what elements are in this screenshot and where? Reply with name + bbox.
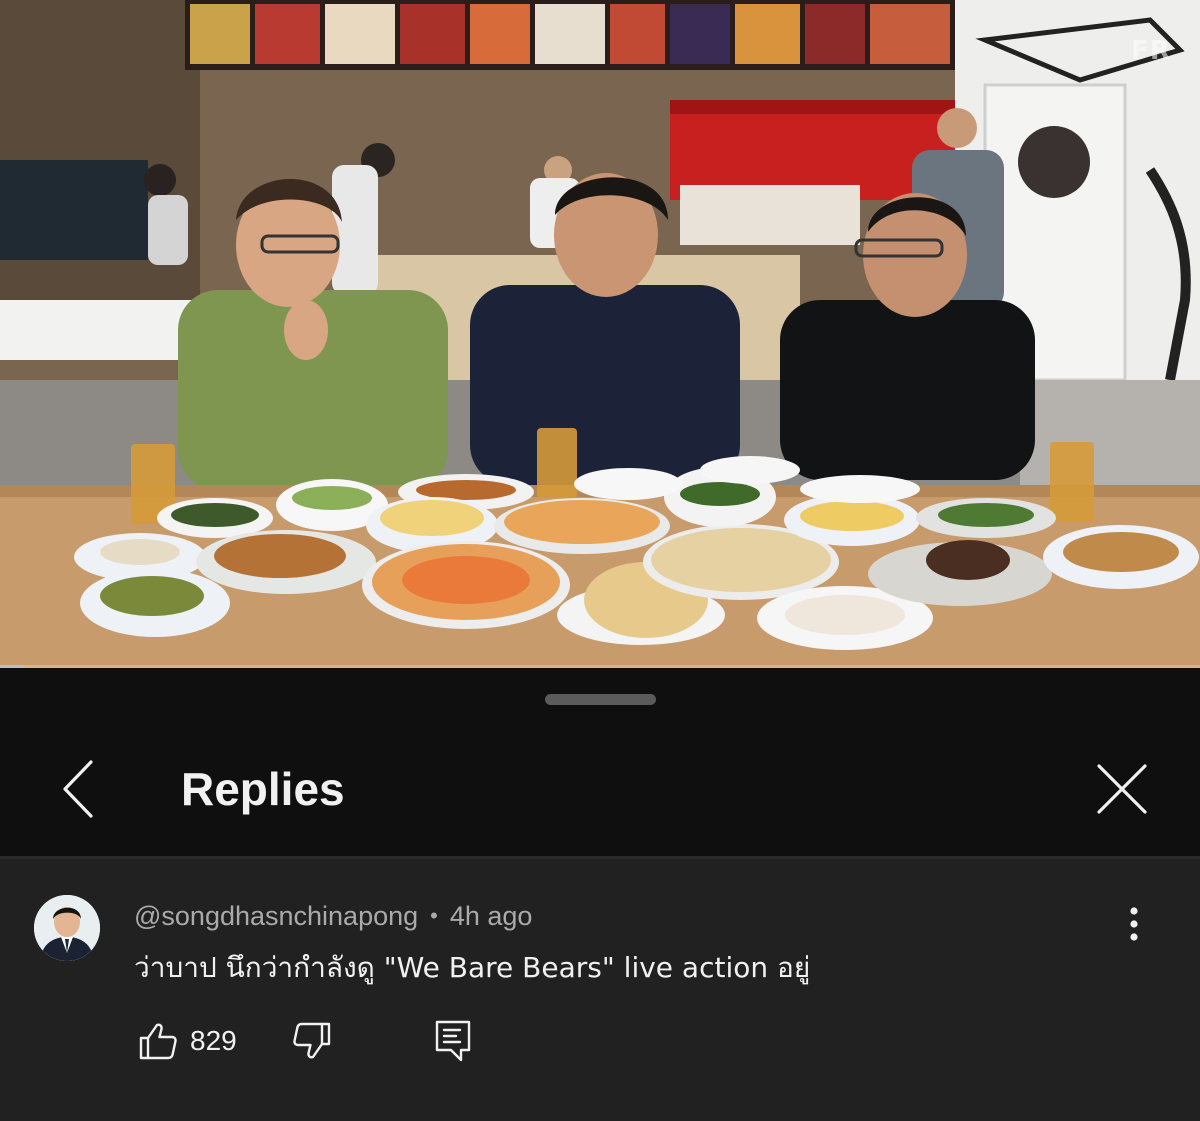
panel-title: Replies [181, 763, 345, 815]
comment-meta: @songdhasnchinapong • 4h ago [134, 899, 532, 933]
channel-watermark: FR [1131, 36, 1171, 66]
drag-handle[interactable] [545, 694, 656, 705]
replies-panel: Replies @songdhasnchinapong • 4h ago ว่า… [0, 672, 1200, 1121]
thumbs-down-icon [293, 1022, 331, 1059]
chevron-left-icon [63, 760, 93, 818]
close-icon [1097, 764, 1147, 814]
comment-author[interactable]: @songdhasnchinapong [134, 901, 418, 932]
user-avatar-image [34, 895, 100, 961]
reply-button[interactable] [428, 1011, 478, 1071]
reply-icon [435, 1020, 471, 1062]
video-progress-bar[interactable] [0, 665, 1200, 668]
video-progress-fill [0, 665, 24, 668]
back-button[interactable] [52, 754, 104, 824]
meta-separator: • [430, 903, 438, 928]
app-screen: FR Replies @songdhasnchinapong • 4h ago … [0, 0, 1200, 1121]
comment-timestamp: 4h ago [449, 900, 533, 931]
comment-item: @songdhasnchinapong • 4h ago ว่าบาป นึกว… [0, 859, 1200, 1121]
more-vertical-icon [1130, 907, 1138, 941]
more-options-button[interactable] [1116, 895, 1152, 953]
video-frame-image [0, 0, 1200, 668]
close-button[interactable] [1090, 758, 1154, 820]
avatar[interactable] [34, 895, 100, 961]
video-player[interactable]: FR [0, 0, 1200, 668]
dislike-button[interactable] [288, 1011, 336, 1071]
thumbs-up-icon [139, 1023, 177, 1060]
like-count: 829 [190, 1025, 237, 1056]
like-button[interactable] [134, 1011, 182, 1071]
comment-text: ว่าบาป นึกว่ากำลังดู "We Bare Bears" liv… [134, 951, 811, 984]
comment-actions: 829 [134, 1011, 554, 1071]
